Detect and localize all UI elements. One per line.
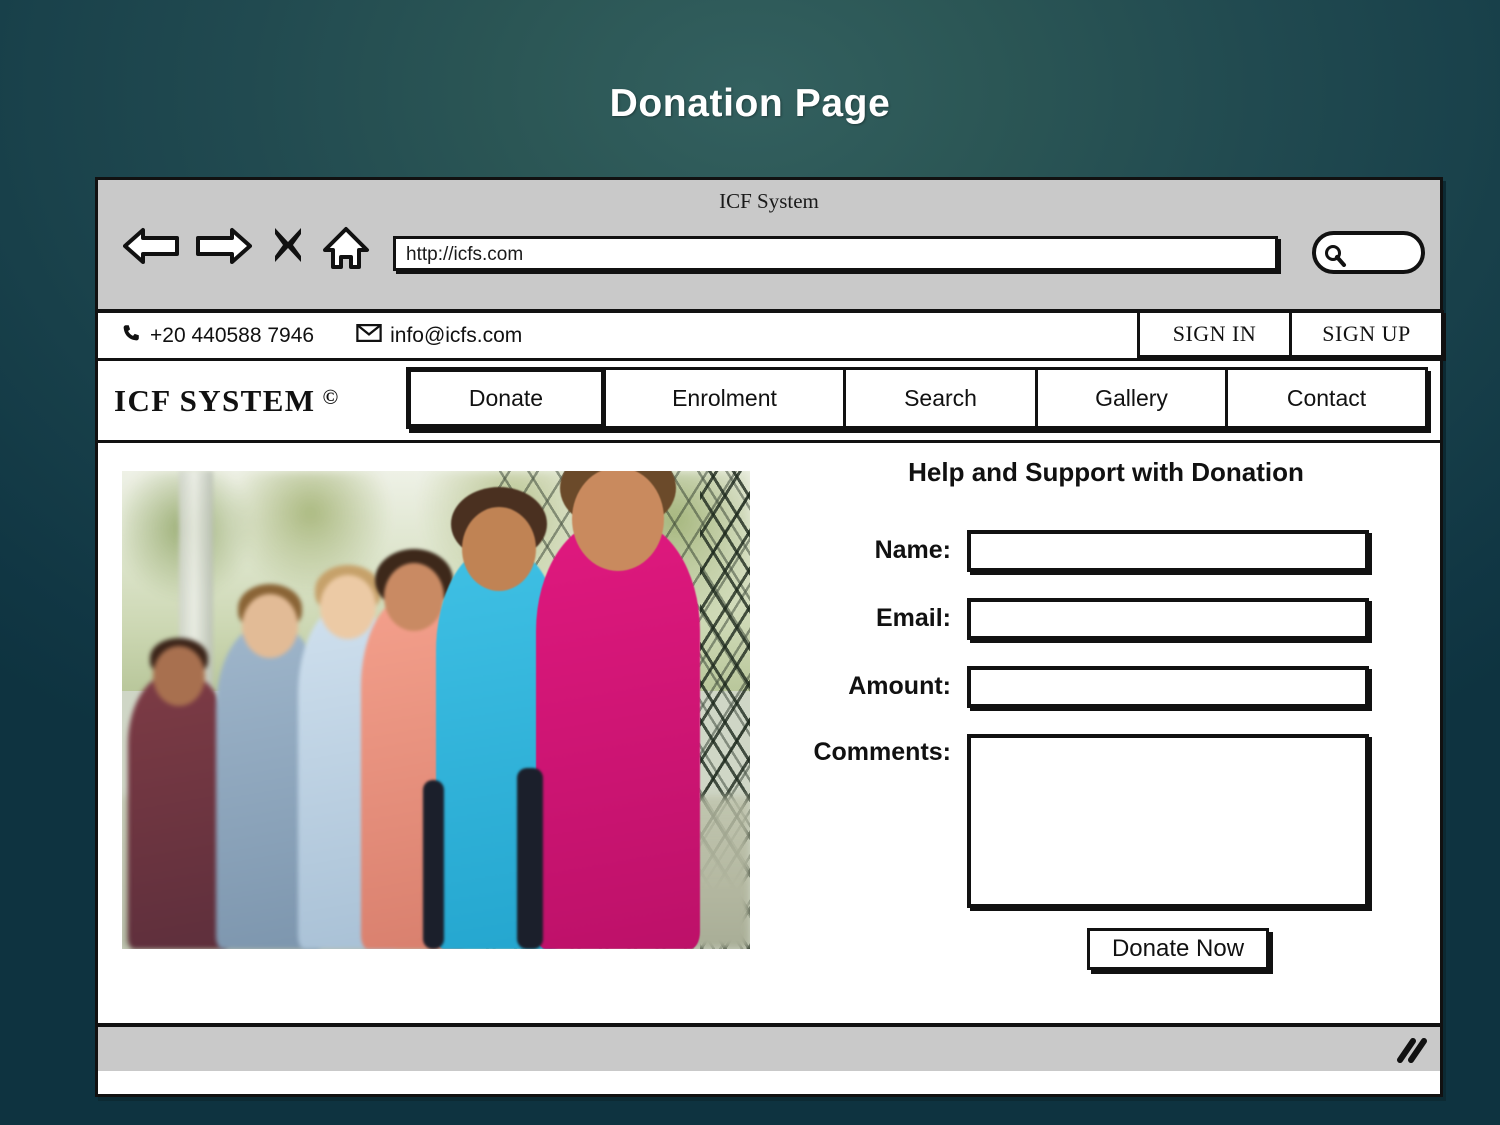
email-input[interactable] — [967, 598, 1369, 640]
back-arrow-icon[interactable] — [123, 226, 181, 271]
nav-tab-gallery[interactable]: Gallery — [1035, 367, 1228, 429]
field-row-name: Name: — [762, 530, 1422, 572]
amount-input[interactable] — [967, 666, 1369, 708]
phone-icon — [120, 322, 142, 350]
donate-now-button[interactable]: Donate Now — [1087, 928, 1269, 970]
hero-photo-schoolchildren — [122, 471, 750, 949]
search-icon — [1323, 243, 1347, 272]
browser-toolbar: ICF System http://icfs.com — [98, 180, 1440, 313]
envelope-icon — [356, 323, 382, 349]
nav-tab-enrolment[interactable]: Enrolment — [603, 367, 846, 429]
browser-search-input[interactable] — [1312, 231, 1425, 274]
form-heading: Help and Support with Donation — [908, 457, 1304, 487]
page-title: Donation Page — [609, 82, 891, 125]
field-row-comments: Comments: — [762, 734, 1422, 908]
nav-tab-contact[interactable]: Contact — [1225, 367, 1428, 429]
site-logo[interactable]: ICF SYSTEM © — [114, 383, 340, 419]
url-text: http://icfs.com — [406, 244, 524, 265]
comments-label: Comments: — [813, 738, 951, 766]
site-logo-text: ICF SYSTEM — [114, 382, 316, 418]
donation-form: Help and Support with Donation Name: Ema… — [762, 457, 1422, 970]
comments-textarea[interactable] — [967, 734, 1369, 908]
sign-in-button[interactable]: SIGN IN — [1137, 310, 1292, 358]
contact-phone-text: +20 440588 7946 — [150, 323, 315, 347]
field-row-email: Email: — [762, 598, 1422, 640]
nav-tab-donate[interactable]: Donate — [406, 367, 606, 429]
forward-arrow-icon[interactable] — [194, 226, 252, 271]
name-label: Name: — [874, 536, 951, 564]
contact-phone[interactable]: +20 440588 7946 — [120, 322, 314, 350]
url-input[interactable]: http://icfs.com — [393, 236, 1278, 271]
browser-window-mockup: ICF System http://icfs.com +20 440588 79… — [95, 177, 1444, 1097]
sign-up-button[interactable]: SIGN UP — [1289, 310, 1444, 358]
page-content: Help and Support with Donation Name: Ema… — [98, 443, 1440, 1023]
main-navigation: Donate Enrolment Search Gallery Contact — [406, 367, 1428, 429]
contact-email[interactable]: info@icfs.com — [356, 323, 522, 349]
copyright-icon: © — [322, 384, 340, 409]
browser-document-title: ICF System — [719, 189, 819, 213]
nav-tab-search[interactable]: Search — [843, 367, 1038, 429]
submit-row: Donate Now — [762, 928, 1422, 970]
field-row-amount: Amount: — [762, 666, 1422, 708]
name-input[interactable] — [967, 530, 1369, 572]
amount-label: Amount: — [848, 672, 951, 700]
top-contact-bar: +20 440588 7946 info@icfs.com SIGN IN SI… — [98, 310, 1444, 361]
stop-close-icon[interactable] — [270, 224, 306, 273]
auth-button-group: SIGN IN SIGN UP — [1137, 310, 1444, 358]
browser-status-bar — [98, 1023, 1440, 1071]
contact-email-text: info@icfs.com — [390, 323, 523, 347]
home-icon[interactable] — [322, 226, 370, 275]
site-header: ICF SYSTEM © Donate Enrolment Search Gal… — [98, 361, 1440, 443]
resize-grip-icon[interactable] — [1394, 1037, 1428, 1063]
email-label: Email: — [875, 604, 951, 632]
